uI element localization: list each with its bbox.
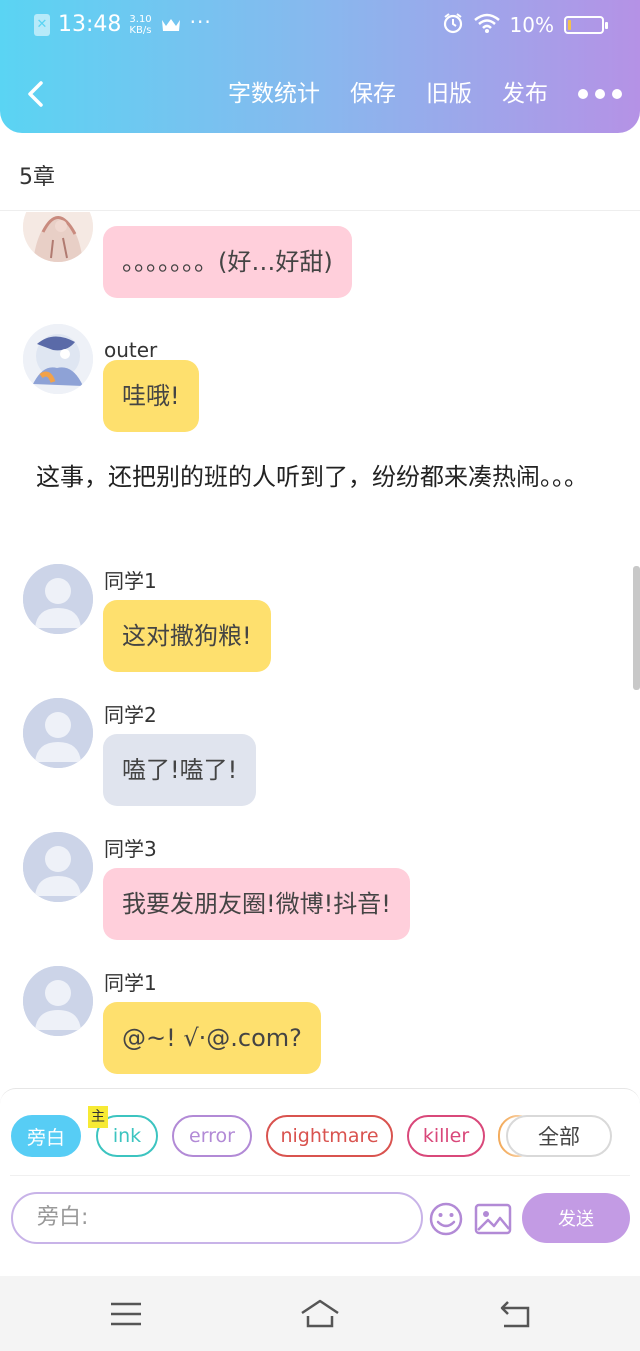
notification-icon: ✕ — [34, 13, 50, 36]
status-more-icon: ··· — [189, 9, 212, 34]
chat-content[interactable]: 。。。。。。。(好…好甜) outer 哇哦! 这事，还把别的班的人听到了，纷纷… — [0, 212, 640, 1088]
sender-name: outer — [104, 338, 158, 362]
battery-icon — [564, 16, 608, 34]
message-bubble[interactable]: 我要发朋友圈!微博!抖音! — [103, 868, 410, 940]
back-button[interactable] — [20, 76, 50, 112]
battery-level — [568, 20, 571, 30]
sender-name: 同学1 — [104, 971, 157, 995]
message-bubble[interactable]: 。。。。。。。(好…好甜) — [103, 226, 352, 298]
old-version-button[interactable]: 旧版 — [426, 76, 472, 112]
word-count-button[interactable]: 字数统计 — [228, 76, 320, 112]
menu-icon[interactable] — [106, 1296, 146, 1332]
role-chip-error[interactable]: error — [172, 1115, 252, 1157]
publish-button[interactable]: 发布 — [502, 76, 548, 112]
all-roles-button[interactable]: 全部 — [506, 1115, 612, 1157]
battery-percent: 10% — [509, 13, 554, 37]
sender-name: 同学3 — [104, 837, 157, 861]
message-bubble[interactable]: 哇哦! — [103, 360, 199, 432]
default-avatar — [23, 832, 93, 902]
default-avatar — [23, 966, 93, 1036]
message-bubble[interactable]: 这对撒狗粮! — [103, 600, 271, 672]
sender-name: 同学1 — [104, 569, 157, 593]
network-speed: 3.10 KB/s — [129, 14, 151, 36]
status-bar: ✕ 13:48 3.10 KB/s ··· 10% — [0, 0, 640, 50]
send-button[interactable]: 发送 — [522, 1193, 630, 1243]
default-avatar — [23, 564, 93, 634]
default-avatar — [23, 698, 93, 768]
sender-name: 同学2 — [104, 703, 157, 727]
scrollbar[interactable] — [633, 566, 640, 690]
role-chip-nightmare[interactable]: nightmare — [266, 1115, 393, 1157]
network-speed-value: 3.10 — [129, 13, 152, 25]
chapter-title[interactable]: 5章 — [19, 159, 55, 191]
anime-avatar-1 — [23, 212, 93, 262]
role-chip-killer[interactable]: killer — [407, 1115, 485, 1157]
nav-bar: 字数统计 保存 旧版 发布 — [0, 62, 640, 126]
save-button[interactable]: 保存 — [350, 76, 396, 112]
divider — [10, 1175, 630, 1176]
smiley-icon[interactable] — [428, 1201, 464, 1237]
role-selector: 旁白 主 ink error nightmare killer 全部 — [0, 1106, 640, 1159]
status-right: 10% — [442, 12, 608, 38]
alarm-icon — [442, 12, 464, 38]
status-time: 13:48 — [58, 12, 122, 37]
status-left: ✕ 13:48 3.10 KB/s ··· — [34, 9, 212, 37]
network-speed-unit: KB/s — [129, 24, 152, 36]
app-header: ✕ 13:48 3.10 KB/s ··· 10% 字数统计 保存 旧版 发布 — [0, 0, 640, 133]
composer-panel: 旁白 主 ink error nightmare killer 全部 旁白: 发… — [0, 1088, 640, 1246]
back-arrow-icon[interactable] — [496, 1296, 536, 1332]
nav-actions: 字数统计 保存 旧版 发布 — [198, 76, 622, 112]
more-dots-icon[interactable] — [578, 76, 622, 112]
wifi-icon — [473, 13, 500, 37]
main-role-tag: 主 — [88, 1106, 108, 1128]
chevron-left-icon — [28, 81, 43, 107]
message-bubble[interactable]: 嗑了!嗑了! — [103, 734, 257, 806]
system-nav-bar — [0, 1276, 640, 1351]
chapter-bar: 5章 — [0, 133, 640, 211]
message-input[interactable]: 旁白: — [11, 1192, 423, 1244]
role-chip-narrator[interactable]: 旁白 — [11, 1115, 81, 1157]
anime-avatar-2 — [23, 324, 93, 394]
crown-icon — [160, 17, 182, 33]
narration-text[interactable]: 这事，还把别的班的人听到了，纷纷都来凑热闹。。。 — [36, 459, 626, 496]
message-bubble[interactable]: @~! √·@.com? — [103, 1002, 321, 1074]
image-icon[interactable] — [474, 1203, 512, 1235]
home-icon[interactable] — [300, 1296, 340, 1332]
